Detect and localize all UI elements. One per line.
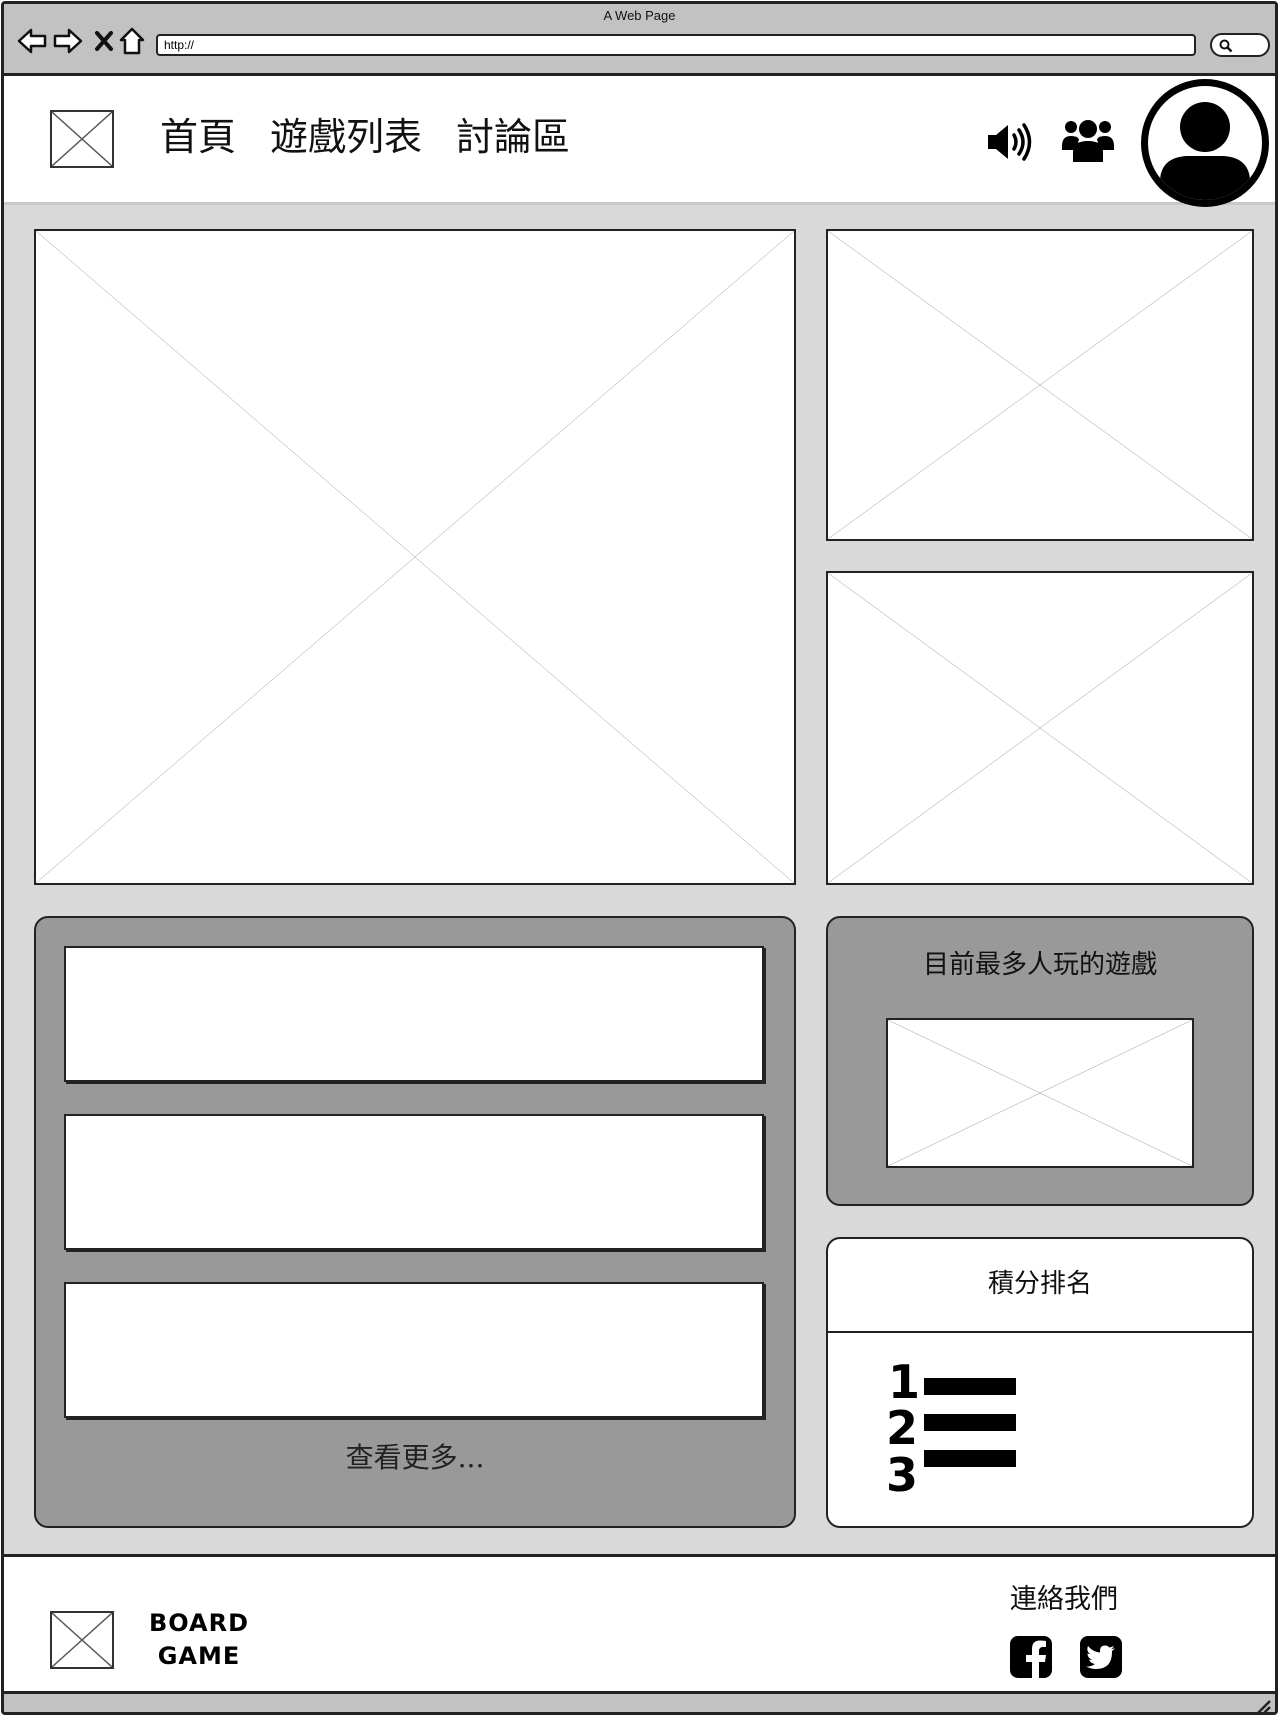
- arrow-left-icon: [17, 28, 47, 54]
- browser-status-bar: [4, 1694, 1275, 1715]
- user-avatar[interactable]: [1141, 79, 1269, 207]
- news-item[interactable]: [64, 1114, 764, 1250]
- window-title: A Web Page: [603, 8, 676, 23]
- side-banner-image-2[interactable]: [826, 571, 1254, 885]
- nav-game-list[interactable]: 遊戲列表: [270, 106, 422, 161]
- resize-grip-icon[interactable]: [1253, 1697, 1271, 1715]
- footer-logo[interactable]: [50, 1611, 114, 1669]
- back-button[interactable]: [16, 26, 48, 56]
- news-item[interactable]: [64, 1282, 764, 1418]
- news-panel: 查看更多...: [34, 916, 796, 1528]
- search-icon: [1219, 39, 1233, 53]
- url-bar[interactable]: http://: [156, 34, 1196, 56]
- view-more-link[interactable]: 查看更多...: [36, 1436, 794, 1476]
- home-button[interactable]: [116, 26, 148, 56]
- site-logo[interactable]: [50, 110, 114, 168]
- main-nav: 首頁 遊戲列表 討論區: [160, 106, 570, 161]
- close-icon: [95, 31, 113, 51]
- twitter-icon[interactable]: [1079, 1635, 1123, 1679]
- nav-home[interactable]: 首頁: [160, 106, 236, 161]
- ranking-divider: [828, 1331, 1252, 1333]
- contact-us-label: 連絡我們: [1010, 1584, 1118, 1615]
- browser-search-box[interactable]: [1210, 33, 1270, 57]
- user-avatar-icon: [1148, 86, 1262, 200]
- rank-number-3: 3: [886, 1448, 918, 1499]
- site-header: 首頁 遊戲列表 討論區: [4, 76, 1275, 207]
- side-banner-image-1[interactable]: [826, 229, 1254, 541]
- ranked-list-icon[interactable]: 1 2 3: [886, 1359, 1026, 1499]
- arrow-right-icon: [53, 28, 83, 54]
- ranking-title: 積分排名: [987, 1269, 1092, 1299]
- nav-forum[interactable]: 討論區: [456, 106, 570, 161]
- browser-chrome: A Web Page http://: [4, 4, 1275, 76]
- facebook-icon[interactable]: [1009, 1635, 1053, 1679]
- volume-icon[interactable]: [986, 122, 1034, 162]
- users-icon[interactable]: [1062, 116, 1114, 164]
- browser-window: A Web Page http:// 首頁 遊戲列表 討論區 查看更多... 目…: [1, 1, 1278, 1715]
- brand-name: BOARD GAME: [144, 1607, 254, 1673]
- most-played-panel: 目前最多人玩的遊戲: [826, 916, 1254, 1206]
- hero-banner-image[interactable]: [34, 229, 796, 885]
- score-ranking-card: 積分排名 1 2 3: [826, 1237, 1254, 1528]
- brand-line-1: BOARD: [148, 1609, 250, 1637]
- site-footer: BOARD GAME 連絡我們: [4, 1554, 1275, 1694]
- home-icon: [119, 27, 145, 55]
- forward-button[interactable]: [52, 26, 84, 56]
- rank-number-2: 2: [886, 1401, 918, 1455]
- brand-line-2: GAME: [157, 1642, 241, 1670]
- most-played-game-image[interactable]: [886, 1018, 1194, 1168]
- news-item[interactable]: [64, 946, 764, 1082]
- most-played-title: 目前最多人玩的遊戲: [922, 950, 1157, 980]
